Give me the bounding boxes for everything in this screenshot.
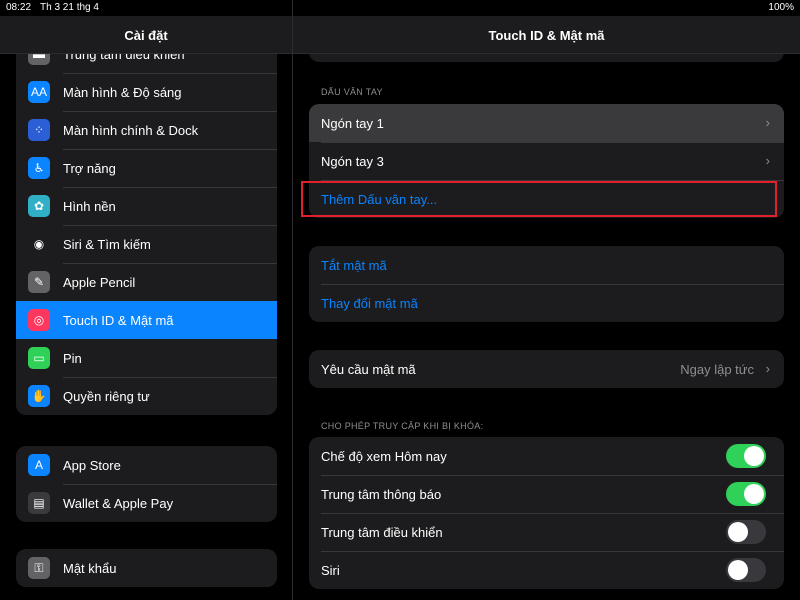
- toggle-switch[interactable]: [726, 520, 766, 544]
- app-store-icon: A: [28, 454, 50, 476]
- require-passcode-group: Yêu cầu mật mã Ngay lập tức ›: [309, 350, 784, 388]
- sidebar-item-label: Trợ năng: [63, 160, 116, 176]
- fingerprint-row-1[interactable]: Ngón tay 1 ›: [309, 104, 784, 142]
- page-title: Touch ID & Mật mã: [488, 28, 605, 43]
- require-passcode-value: Ngay lập tức: [680, 362, 754, 377]
- locked-access-row: Siri: [309, 551, 784, 589]
- apple-pencil-icon: ✎: [28, 271, 50, 293]
- locked-access-label: Trung tâm điều khiển: [321, 524, 443, 540]
- locked-access-row: Trung tâm thông báo: [309, 475, 784, 513]
- sidebar-item[interactable]: ⁘ Màn hình chính & Dock: [16, 111, 277, 149]
- fingerprint-label: Ngón tay 3: [321, 153, 384, 169]
- privacy-hand-icon: ✋: [28, 385, 50, 407]
- locked-access-row: Chế độ xem Hôm nay: [309, 437, 784, 475]
- sidebar-item-label: Mật khẩu: [63, 560, 117, 576]
- require-passcode-row[interactable]: Yêu cầu mật mã Ngay lập tức ›: [309, 350, 784, 388]
- status-bar: 08:22 Th 3 21 thg 4 100%: [0, 0, 800, 16]
- chevron-right-icon: ›: [765, 115, 770, 130]
- sidebar-item-label: Siri & Tìm kiếm: [63, 236, 151, 252]
- toggle-knob: [744, 484, 764, 504]
- battery-icon: ▭: [28, 347, 50, 369]
- locked-access-label: Siri: [321, 562, 340, 578]
- settings-sidebar: Cài đặt ▬ Trung tâm điều khiển AA Màn hình …: [0, 0, 292, 600]
- sidebar-item-label: App Store: [63, 457, 121, 473]
- locked-access-row: Trung tâm điều khiển: [309, 513, 784, 551]
- touch-id-detail-pane: Touch ID & Mật mã DẤU VÂN TAY Ngón tay 1…: [293, 0, 800, 600]
- touch-id-icon: ◎: [28, 309, 50, 331]
- chevron-right-icon: ›: [765, 361, 770, 376]
- require-passcode-label: Yêu cầu mật mã: [321, 361, 416, 377]
- sidebar-item[interactable]: ◎ Touch ID & Mật mã: [16, 301, 277, 339]
- sidebar-item-label: Pin: [63, 350, 82, 366]
- change-passcode-button[interactable]: Thay đổi mật mã: [309, 284, 784, 322]
- sidebar-item-label: Touch ID & Mật mã: [63, 312, 174, 328]
- sidebar-item[interactable]: ▤ Wallet & Apple Pay: [16, 484, 277, 522]
- status-date: Th 3 21 thg 4: [40, 2, 99, 13]
- sidebar-item-label: Quyền riêng tư: [63, 388, 150, 404]
- status-time: 08:22: [6, 2, 32, 13]
- sidebar-title: Cài đặt: [124, 28, 168, 43]
- sidebar-item[interactable]: AA Màn hình & Độ sáng: [16, 73, 277, 111]
- toggle-knob: [744, 446, 764, 466]
- sidebar-item[interactable]: ✿ Hình nền: [16, 187, 277, 225]
- turn-passcode-off-button[interactable]: Tắt mật mã: [309, 246, 784, 284]
- detail-header: Touch ID & Mật mã: [293, 16, 800, 54]
- sidebar-item-label: Màn hình chính & Dock: [63, 122, 199, 138]
- passwords-key-icon: ⚿: [28, 557, 50, 579]
- pane-divider: [292, 0, 293, 600]
- passcode-group: Tắt mật mã Thay đổi mật mã: [309, 246, 784, 322]
- fingerprint-label: Ngón tay 1: [321, 115, 384, 131]
- sidebar-item[interactable]: ✎ Apple Pencil: [16, 263, 277, 301]
- toggle-knob: [728, 560, 748, 580]
- sidebar-item[interactable]: ♿ Trợ năng: [16, 149, 277, 187]
- sidebar-item-label: Apple Pencil: [63, 274, 136, 290]
- locked-access-label: Chế độ xem Hôm nay: [321, 448, 447, 464]
- sidebar-item[interactable]: A App Store: [16, 446, 277, 484]
- chevron-right-icon: ›: [765, 153, 770, 168]
- toggle-switch[interactable]: [726, 444, 766, 468]
- settings-group-accounts: ⚿ Mật khẩu: [16, 549, 277, 587]
- accessibility-icon: ♿: [28, 157, 50, 179]
- settings-group-system: ▬ Trung tâm điều khiển AA Màn hình & Độ sán…: [16, 35, 277, 415]
- highlight-annotation-box: [301, 181, 777, 217]
- sidebar-header: Cài đặt: [0, 16, 292, 54]
- siri-icon: ◉: [28, 233, 50, 255]
- locked-access-group: Chế độ xem Hôm nay Trung tâm thông báo Tru…: [309, 437, 784, 589]
- sidebar-item-label: Màn hình & Độ sáng: [63, 84, 182, 100]
- sidebar-item-label: Wallet & Apple Pay: [63, 495, 174, 511]
- sidebar-item[interactable]: ◉ Siri & Tìm kiếm: [16, 225, 277, 263]
- sidebar-item[interactable]: ⚿ Mật khẩu: [16, 549, 277, 587]
- toggle-knob: [728, 522, 748, 542]
- turn-passcode-off-label: Tắt mật mã: [321, 257, 387, 273]
- display-brightness-icon: AA: [28, 81, 50, 103]
- wallet-icon: ▤: [28, 492, 50, 514]
- toggle-switch[interactable]: [726, 558, 766, 582]
- fingerprint-row-3[interactable]: Ngón tay 3 ›: [309, 142, 784, 180]
- battery-level: 100%: [768, 2, 794, 13]
- fingerprint-section-label: DẤU VÂN TAY: [321, 87, 383, 97]
- sidebar-item-label: Hình nền: [63, 198, 116, 214]
- settings-group-store: A App Store ▤ Wallet & Apple Pay: [16, 446, 277, 522]
- toggle-switch[interactable]: [726, 482, 766, 506]
- sidebar-item[interactable]: ✋ Quyền riêng tư: [16, 377, 277, 415]
- change-passcode-label: Thay đổi mật mã: [321, 295, 418, 311]
- home-screen-dock-icon: ⁘: [28, 119, 50, 141]
- locked-access-section-label: CHO PHÉP TRUY CẬP KHI BỊ KHÓA:: [321, 421, 484, 431]
- wallpaper-icon: ✿: [28, 195, 50, 217]
- locked-access-label: Trung tâm thông báo: [321, 486, 442, 502]
- sidebar-item[interactable]: ▭ Pin: [16, 339, 277, 377]
